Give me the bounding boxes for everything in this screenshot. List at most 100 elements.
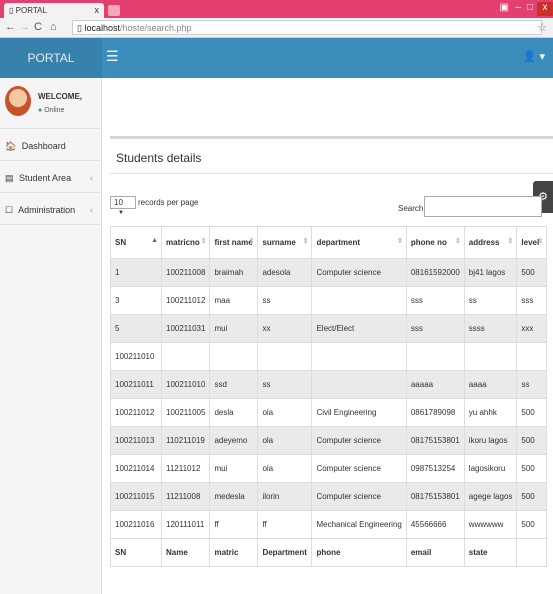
table-cell: Computer science xyxy=(311,258,407,287)
minimize-icon[interactable]: ‒ xyxy=(515,2,521,13)
table-cell: bj41 lagos xyxy=(463,258,518,287)
table-cell: adesola xyxy=(257,258,313,287)
table-cell: mui xyxy=(209,454,259,483)
table-cell: 100211015 xyxy=(110,482,162,511)
bookmark-star-icon[interactable]: ☆ xyxy=(537,21,547,34)
search-label: Search: xyxy=(398,204,426,213)
sidebar-item-label: Student Area xyxy=(19,173,72,183)
column-header[interactable]: SN ▲ xyxy=(110,226,162,259)
table-cell: 1 xyxy=(110,258,162,287)
table-cell: lagosikoru xyxy=(463,454,518,483)
footer-cell: phone xyxy=(311,538,407,567)
new-tab-button[interactable] xyxy=(108,5,120,16)
column-header[interactable]: first name ⇕ xyxy=(209,226,259,259)
user-profile-icon[interactable]: ▣ xyxy=(500,2,509,13)
reload-icon[interactable]: C xyxy=(34,21,42,33)
table-cell xyxy=(209,342,259,371)
close-window-icon[interactable]: x xyxy=(537,2,553,16)
sidebar-item-student-area[interactable]: ▤ Student Area ‹ xyxy=(0,161,101,193)
records-per-page-select[interactable]: 10 ▼ xyxy=(110,196,136,216)
browser-titlebar: ▯ PORTAL x ▣ ‒ □ x xyxy=(0,0,553,18)
maximize-icon[interactable]: □ xyxy=(527,2,533,13)
table-cell: mui xyxy=(209,314,259,343)
search-input[interactable] xyxy=(424,196,542,217)
table-cell: ff xyxy=(257,510,313,539)
records-per-page-value: 10 xyxy=(114,198,123,207)
browser-tab[interactable]: ▯ PORTAL x xyxy=(4,3,104,18)
sort-icon: ⇕ xyxy=(200,238,207,245)
table-cell xyxy=(160,342,211,371)
tab-page-icon: ▯ xyxy=(9,6,14,15)
tab-close-icon[interactable]: x xyxy=(95,5,100,15)
table-cell xyxy=(516,342,548,371)
sidebar-item-dashboard[interactable]: 🏠 Dashboard xyxy=(0,129,101,161)
table-cell: adeyemo xyxy=(209,426,259,455)
url-path: /hoste/search.php xyxy=(120,23,192,33)
administration-icon: ☐ xyxy=(5,205,14,215)
column-header[interactable]: matricno ⇕ xyxy=(160,226,211,259)
chevron-left-icon: ‹ xyxy=(90,205,93,215)
welcome-text: WELCOME, xyxy=(38,92,82,101)
sidebar: WELCOME, ● Online 🏠 Dashboard ▤ Student … xyxy=(0,78,102,594)
table-cell: ss xyxy=(463,286,518,315)
page-title: Students details xyxy=(116,151,202,165)
chevron-left-icon: ‹ xyxy=(90,173,93,183)
back-icon[interactable]: ← xyxy=(5,21,16,33)
table-cell: 100211012 xyxy=(110,398,162,427)
table-cell: Mechanical Engineering xyxy=(311,510,407,539)
forward-icon[interactable]: → xyxy=(19,21,30,33)
table-cell xyxy=(311,286,407,315)
column-header[interactable]: level ⇕ xyxy=(516,226,548,259)
table-cell: ss xyxy=(516,370,548,399)
table-cell: ss xyxy=(257,370,313,399)
column-header[interactable]: department ⇕ xyxy=(311,226,407,259)
table-cell: xx xyxy=(257,314,313,343)
brand-logo[interactable]: PORTAL xyxy=(0,38,102,78)
records-per-page-label: records per page xyxy=(138,198,199,207)
table-cell: sss xyxy=(405,286,465,315)
user-menu-icon[interactable]: 👤 ▾ xyxy=(523,50,545,63)
url-input[interactable]: ▯ localhost/hoste/search.php xyxy=(72,20,542,35)
top-navbar: ☰ 👤 ▾ xyxy=(102,38,553,78)
table-cell xyxy=(311,370,407,399)
table-cell: medesla xyxy=(209,482,259,511)
menu-toggle-icon[interactable]: ☰ xyxy=(106,48,119,65)
students-table: SN ▲ matricno ⇕ first name ⇕ surname ⇕ depar… xyxy=(110,226,548,567)
table-cell: yu ahhk xyxy=(463,398,518,427)
footer-cell: matric xyxy=(209,538,259,567)
table-row: 100211016 120111011 ff ff Mechanical Enginee… xyxy=(110,510,548,539)
table-row: 100211012 100211005 desla ola Civil Engineer… xyxy=(110,398,548,427)
table-cell: ola xyxy=(257,398,313,427)
table-cell: ilorin xyxy=(257,482,313,511)
sort-asc-icon: ▲ xyxy=(151,237,158,244)
table-cell xyxy=(463,342,518,371)
home-icon[interactable]: ⌂ xyxy=(50,21,57,33)
column-header[interactable]: surname ⇕ xyxy=(257,226,313,259)
footer-cell xyxy=(516,538,548,567)
footer-cell: SN xyxy=(110,538,162,567)
table-row: 100211015 11211008 medesla ilorin Computer s… xyxy=(110,482,548,511)
table-cell: 08161592000 xyxy=(405,258,465,287)
table-header-row: SN ▲ matricno ⇕ first name ⇕ surname ⇕ depar… xyxy=(110,226,548,259)
column-header[interactable]: address ⇕ xyxy=(463,226,518,259)
avatar xyxy=(5,86,31,116)
column-header[interactable]: phone no ⇕ xyxy=(405,226,465,259)
table-cell: aaaaa xyxy=(405,370,465,399)
sidebar-item-administration[interactable]: ☐ Administration ‹ xyxy=(0,193,101,225)
table-row: 100211014 11211012 mui ola Computer science 0… xyxy=(110,454,548,483)
table-cell: 100211014 xyxy=(110,454,162,483)
table-cell: 3 xyxy=(110,286,162,315)
table-cell xyxy=(405,342,465,371)
dropdown-arrow-icon: ▼ xyxy=(118,210,124,216)
table-cell: 100211016 xyxy=(110,510,162,539)
table-cell xyxy=(257,342,313,371)
online-status: ● Online xyxy=(38,107,64,114)
table-cell: 110211019 xyxy=(160,426,211,455)
table-cell xyxy=(311,342,407,371)
panel-divider xyxy=(110,173,553,174)
table-cell: 100211031 xyxy=(160,314,211,343)
table-cell: ola xyxy=(257,426,313,455)
table-row: 1 100211008 braimah adesola Computer science… xyxy=(110,258,548,287)
table-cell: 100211011 xyxy=(110,370,162,399)
table-cell: 100211010 xyxy=(160,370,211,399)
